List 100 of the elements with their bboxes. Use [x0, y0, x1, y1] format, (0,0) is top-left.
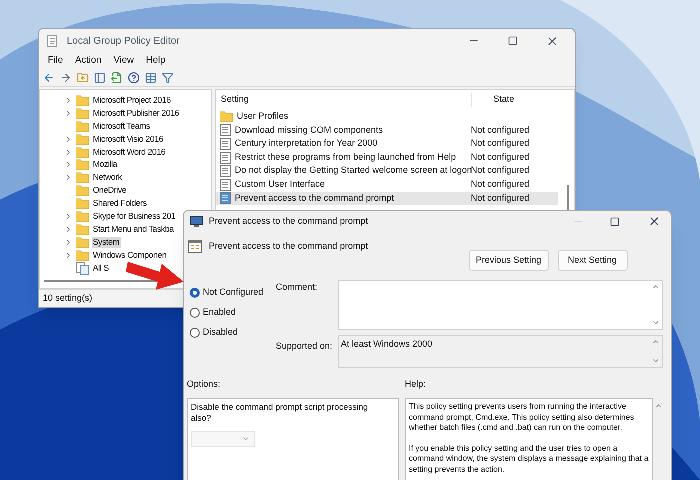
expand-chevron-icon[interactable]	[64, 96, 73, 105]
tree-item[interactable]: OneDrive	[92, 185, 128, 196]
table-row[interactable]: Prevent access to the command prompt Not configured	[216, 192, 558, 206]
expand-chevron-icon[interactable]	[64, 148, 73, 156]
radio-icon[interactable]	[190, 328, 200, 338]
expand-chevron-icon[interactable]	[64, 250, 73, 260]
menu-item[interactable]: Help	[141, 54, 171, 68]
setting-name: Do not display the Getting Started welcome screen at logon	[235, 164, 472, 178]
filter-icon[interactable]	[162, 72, 174, 84]
scroll-down-icon[interactable]	[652, 319, 660, 327]
state-cell-text: Not configured	[471, 164, 530, 178]
folder-icon	[76, 185, 89, 196]
folder-icon	[76, 108, 89, 119]
horizontal-scrollbar[interactable]	[44, 280, 159, 282]
tree-item[interactable]: Microsoft Project 2016	[92, 94, 172, 106]
computer-icon	[190, 216, 203, 228]
tree-item[interactable]: Start Menu and Taskba	[92, 224, 175, 235]
column-header[interactable]: State	[471, 93, 536, 107]
comment-label: Comment:	[276, 281, 319, 294]
folder-icon	[220, 111, 233, 122]
policy-settings-icon	[188, 240, 202, 253]
scroll-up-icon[interactable]	[652, 283, 660, 291]
tree-item[interactable]: Shared Folders	[92, 198, 148, 210]
expand-chevron-icon[interactable]	[64, 160, 73, 170]
settings-list-icon	[76, 262, 89, 275]
menu-item[interactable]: Action	[70, 54, 107, 68]
menu-item[interactable]: View	[108, 54, 140, 68]
table-row[interactable]: Restrict these programs from being launched from Help Not configured	[216, 150, 558, 164]
expand-chevron-icon[interactable]	[64, 173, 73, 182]
policy-icon	[220, 165, 231, 178]
radio-option[interactable]: Enabled	[190, 306, 276, 319]
help-paragraph: If you enable this policy setting and the user tries to open a command window, the system displays a message explaining that a setting prevents the action.	[409, 444, 649, 475]
table-row[interactable]: User Profiles	[216, 110, 558, 124]
folder-icon	[76, 159, 89, 170]
expand-chevron-icon[interactable]	[64, 224, 73, 234]
folder-icon	[76, 146, 89, 158]
supported-label: Supported on:	[276, 340, 334, 353]
tree-item[interactable]: Microsoft Teams	[92, 120, 152, 132]
state-cell-text: Not configured	[471, 192, 530, 205]
options-label: Options:	[187, 378, 222, 391]
panel-icon[interactable]	[94, 72, 106, 84]
radio-icon[interactable]	[190, 288, 200, 298]
radio-icon[interactable]	[190, 308, 200, 318]
nav-button[interactable]: Previous Setting	[469, 250, 549, 271]
tree-item[interactable]: System	[92, 236, 121, 248]
folder-icon	[76, 134, 89, 145]
table-row[interactable]: Download missing COM components Not configured	[216, 124, 558, 138]
expand-chevron-icon[interactable]	[64, 134, 73, 144]
state-cell-text: Not configured	[471, 137, 530, 150]
setting-name: User Profiles	[237, 110, 289, 124]
table-row[interactable]: Century interpretation for Year 2000 Not configured	[216, 137, 558, 151]
radio-option[interactable]: Not Configured	[190, 286, 276, 299]
tree-item[interactable]: Windows Componen	[92, 250, 168, 261]
forward-arrow-icon[interactable]	[60, 72, 72, 84]
tree-item[interactable]: Mozilla	[92, 159, 118, 170]
tree-item[interactable]: Skype for Business 201	[92, 210, 177, 222]
setting-name: Prevent access to the command prompt	[235, 192, 394, 205]
setting-name: Custom User Interface	[235, 178, 326, 192]
help-label: Help:	[405, 378, 426, 391]
dialog-heading: Prevent access to the command prompt	[209, 240, 370, 253]
folder-icon	[76, 250, 89, 261]
tree-item[interactable]: Microsoft Word 2016	[92, 146, 167, 158]
state-cell-text: Not configured	[471, 178, 530, 192]
folder-icon	[76, 94, 89, 106]
folder-icon	[76, 120, 89, 132]
folder-icon	[76, 236, 89, 248]
column-header[interactable]: Setting	[216, 93, 471, 107]
folder-icon	[76, 198, 89, 210]
back-arrow-icon[interactable]	[43, 72, 55, 84]
expand-chevron-icon[interactable]	[64, 212, 73, 221]
tree-item[interactable]: Microsoft Publisher 2016	[92, 108, 180, 119]
table-icon[interactable]	[145, 72, 157, 84]
expand-chevron-icon[interactable]	[64, 108, 73, 118]
maximize-icon[interactable]	[508, 36, 518, 46]
maximize-icon[interactable]	[610, 216, 620, 226]
menu-item[interactable]: File	[43, 54, 68, 68]
table-row[interactable]: Custom User Interface Not configured	[216, 178, 558, 192]
folder-icon	[76, 210, 89, 222]
dialog-title: Prevent access to the command prompt	[209, 214, 370, 228]
radio-option[interactable]: Disabled	[190, 326, 276, 339]
supported-field: At least Windows 2000	[338, 335, 663, 368]
policy-icon	[220, 192, 231, 204]
state-cell-text: Not configured	[471, 150, 530, 164]
folder-icon	[76, 224, 89, 235]
tree-item[interactable]: All S	[92, 262, 110, 274]
status-text: 10 setting(s)	[43, 292, 93, 305]
tree-item[interactable]: Network	[92, 172, 124, 184]
help-icon[interactable]	[128, 72, 140, 84]
table-row[interactable]: Do not display the Getting Started welcome screen at logonNot configured	[216, 164, 558, 178]
close-icon[interactable]	[648, 215, 661, 228]
expand-chevron-icon[interactable]	[64, 238, 73, 247]
policy-icon	[220, 152, 231, 164]
nav-button[interactable]: Next Setting	[558, 250, 628, 271]
tree-item[interactable]: Microsoft Visio 2016	[92, 134, 164, 145]
export-icon[interactable]	[111, 72, 123, 84]
setting-name: Restrict these programs from being launched from Help	[235, 150, 456, 164]
comment-field[interactable]	[338, 280, 663, 330]
close-icon[interactable]	[546, 34, 559, 48]
policy-icon	[220, 138, 231, 150]
policy-icon	[220, 124, 231, 136]
